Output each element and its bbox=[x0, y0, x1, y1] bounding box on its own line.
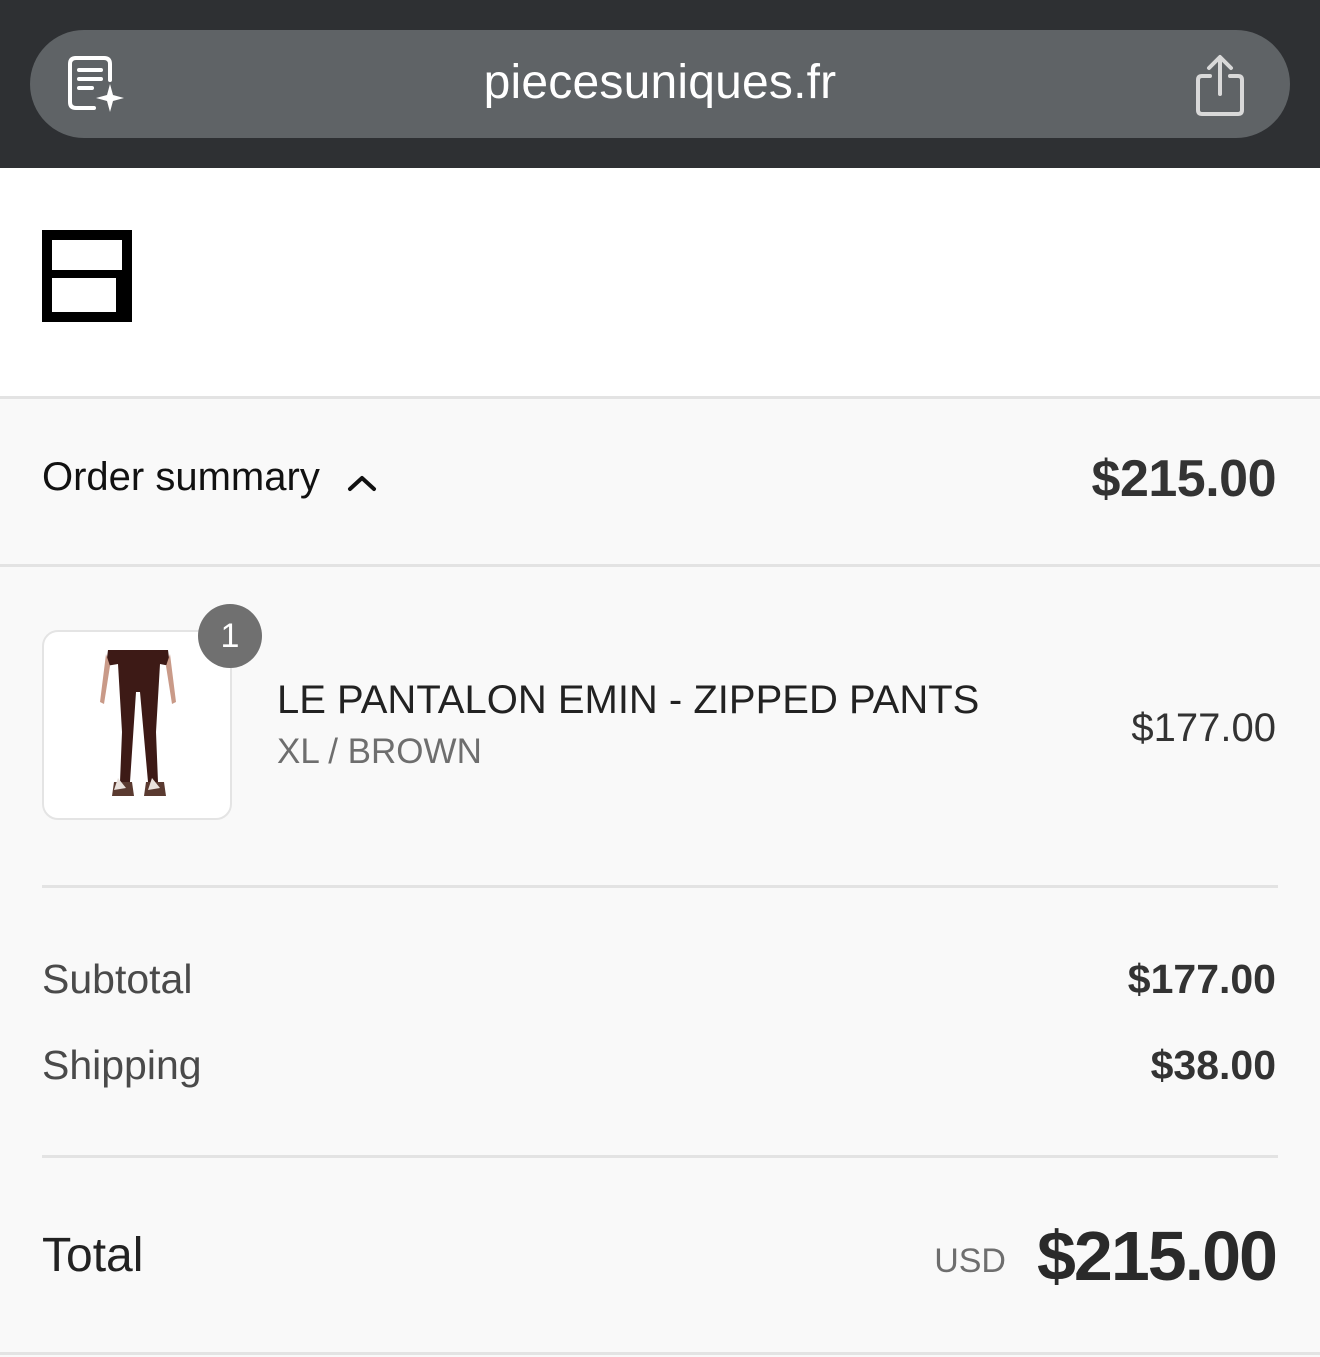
total-value: $215.00 bbox=[1036, 1217, 1278, 1295]
quantity-badge: 1 bbox=[198, 604, 262, 668]
shipping-label: Shipping bbox=[42, 1042, 202, 1088]
product-thumbnail bbox=[42, 630, 232, 820]
shipping-value: $38.00 bbox=[1150, 1042, 1276, 1088]
subtotal-value: $177.00 bbox=[1127, 956, 1276, 1002]
total-currency: USD bbox=[934, 1242, 1006, 1280]
address-bar[interactable]: piecesuniques.fr bbox=[30, 30, 1290, 138]
share-icon[interactable] bbox=[1190, 52, 1250, 118]
total-label: Total bbox=[42, 1229, 144, 1282]
chevron-up-icon[interactable] bbox=[346, 473, 378, 493]
subtotal-label: Subtotal bbox=[42, 956, 193, 1002]
totals-divider bbox=[42, 1155, 1278, 1158]
order-summary-toggle[interactable]: Order summary $215.00 bbox=[0, 399, 1320, 564]
product-name: LE PANTALON EMIN - ZIPPED PANTS bbox=[277, 678, 980, 722]
browser-toolbar: piecesuniques.fr bbox=[0, 0, 1320, 168]
store-logo[interactable] bbox=[42, 230, 132, 322]
product-variant: XL / BROWN bbox=[277, 732, 482, 771]
summary-divider bbox=[0, 564, 1320, 567]
product-price: $177.00 bbox=[1131, 706, 1276, 750]
store-header bbox=[0, 168, 1320, 396]
items-divider bbox=[42, 885, 1278, 888]
url-text[interactable]: piecesuniques.fr bbox=[30, 30, 1290, 138]
bottom-divider bbox=[0, 1352, 1320, 1355]
order-summary-label[interactable]: Order summary bbox=[42, 455, 320, 500]
order-summary-total: $215.00 bbox=[1091, 450, 1277, 508]
brown-pants-thumbnail bbox=[100, 650, 176, 796]
